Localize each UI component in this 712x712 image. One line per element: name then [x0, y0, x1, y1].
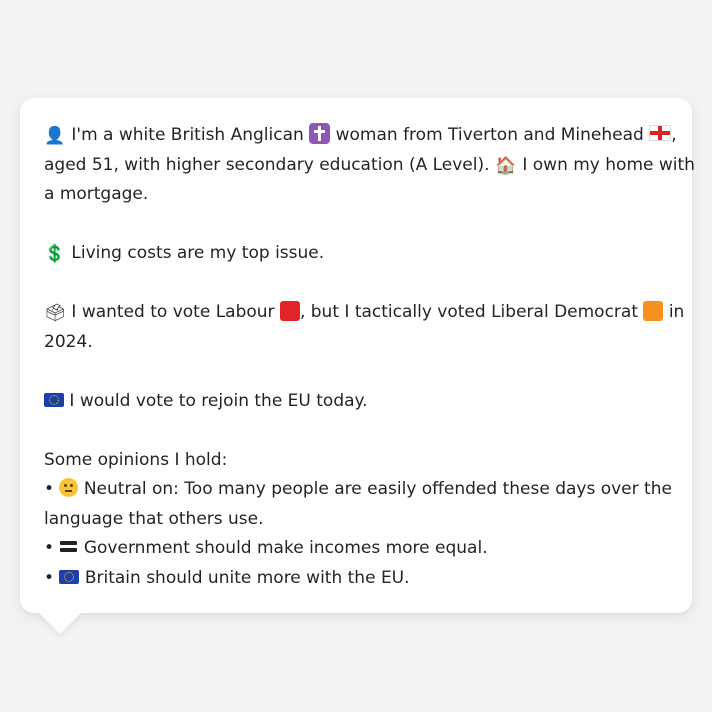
- profile-text: I own my home with: [522, 154, 695, 175]
- top-issue: 💲 Living costs are my top issue.: [44, 239, 668, 269]
- bullet: •: [44, 538, 55, 558]
- profile-line-2: aged 51, with higher secondary education…: [44, 151, 695, 181]
- chat-bubble: 👤 I'm a white British Anglican woman fro…: [20, 98, 695, 613]
- profile-text: woman from Tiverton and Minehead: [335, 125, 644, 145]
- opinion-text: Government should make incomes more equa…: [83, 538, 488, 558]
- vote-line-1: 🗳 I wanted to vote Labour , but I tactic…: [44, 298, 684, 328]
- opinion-text: Neutral on: Too many people are easily o…: [83, 479, 672, 499]
- opinion-item: • Government should make incomes more eq…: [44, 534, 668, 564]
- ballot-box-icon: 🗳: [44, 303, 66, 323]
- libdem-square-icon: [643, 301, 664, 321]
- person-silhouette-icon: 👤: [44, 126, 66, 146]
- profile-text: aged 51, with higher secondary education…: [44, 154, 490, 175]
- vote-text: , but I tactically voted Liberal Democra…: [299, 302, 638, 322]
- profile-text: ,: [671, 125, 677, 145]
- opinion-item-continued: language that others use.: [44, 508, 264, 529]
- top-issue-text: Living costs are my top issue.: [71, 243, 325, 263]
- opinion-text: Britain should unite more with the EU.: [84, 567, 410, 588]
- dollar-icon: 💲: [44, 244, 66, 264]
- vote-line-2: 2024.: [44, 331, 93, 352]
- latin-cross-icon: [309, 123, 331, 144]
- vote-text: I wanted to vote Labour: [71, 302, 275, 322]
- bullet: •: [44, 479, 55, 499]
- eu-stance: I would vote to rejoin the EU today.: [44, 387, 668, 417]
- equals-icon: [59, 539, 78, 553]
- england-flag-icon: [649, 125, 672, 141]
- opinions-heading: Some opinions I hold:: [44, 449, 228, 470]
- chat-bubble-tail: [38, 612, 82, 634]
- neutral-face-icon: [59, 478, 79, 497]
- profile-line-1: 👤 I'm a white British Anglican woman fro…: [44, 121, 677, 151]
- profile-line-3: a mortgage.: [44, 184, 149, 204]
- eu-stance-text: I would vote to rejoin the EU today.: [69, 390, 368, 411]
- eu-flag-icon: [59, 569, 80, 584]
- bullet: •: [44, 567, 55, 588]
- opinion-item: • Britain should unite more with the EU.: [44, 564, 668, 594]
- eu-flag-icon: [44, 392, 64, 407]
- opinion-item: • Neutral on: Too many people are easily…: [44, 475, 672, 505]
- vote-text: in: [668, 302, 685, 322]
- labour-square-icon: [279, 301, 300, 321]
- profile-text: I'm a white British Anglican: [71, 125, 304, 145]
- house-icon: 🏠: [495, 155, 517, 176]
